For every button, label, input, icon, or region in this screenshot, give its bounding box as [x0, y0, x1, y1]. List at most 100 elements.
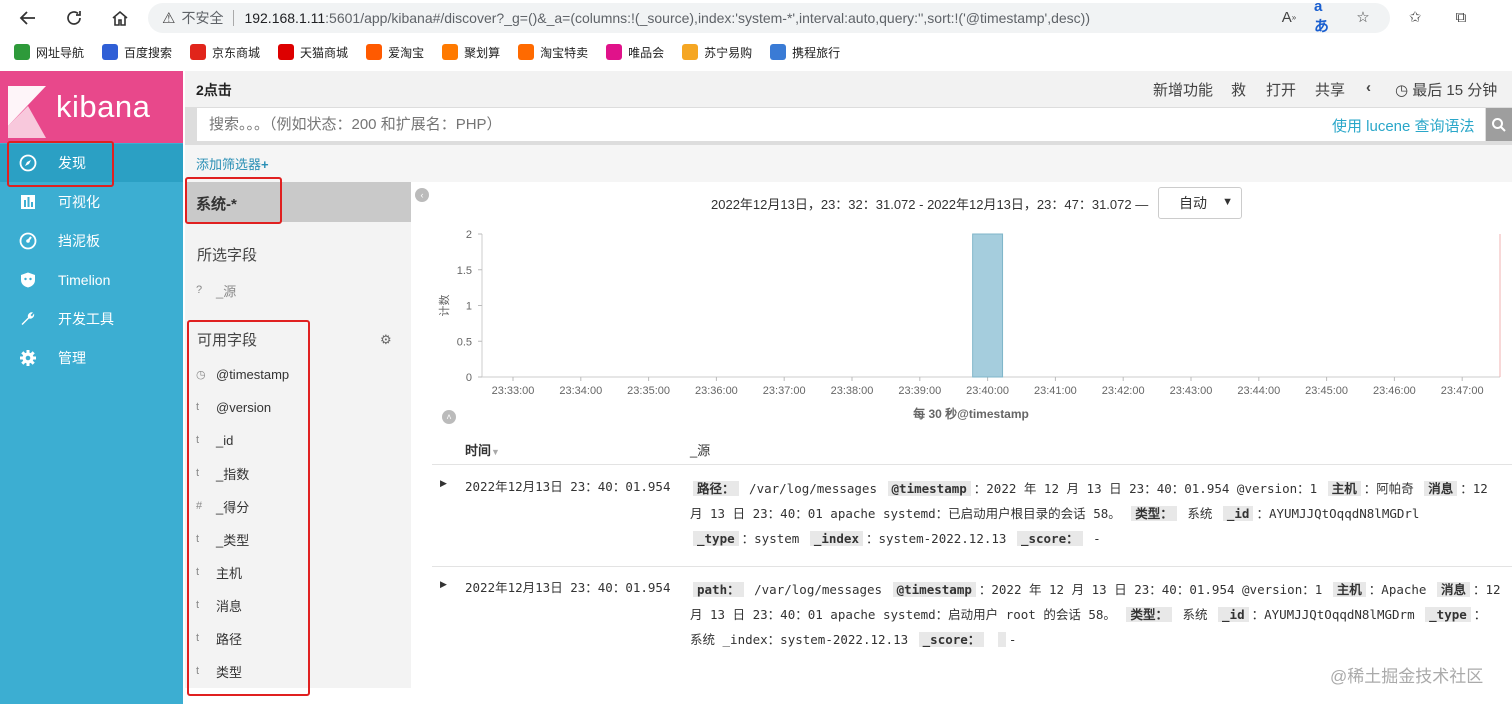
bookmark-item[interactable]: 携程旅行	[770, 44, 840, 61]
bookmark-favicon-icon	[682, 44, 699, 60]
source-field-value: 月 13 日 23：40：01 apache systemd：已启动用户根目录的…	[690, 506, 1129, 521]
sort-desc-icon: ▼	[491, 447, 500, 457]
new-button[interactable]: 新增功能	[1153, 79, 1213, 100]
kibana-logo[interactable]: kibana	[0, 71, 183, 143]
source-field-key: @timestamp	[892, 582, 976, 597]
nav-item-management[interactable]: 管理	[0, 339, 183, 377]
bookmark-item[interactable]: 天猫商城	[278, 44, 348, 61]
nav-item-dashboard[interactable]: 挡泥板	[0, 222, 183, 260]
nav-label: 挡泥板	[58, 233, 100, 249]
bookmark-label: 爱淘宝	[388, 45, 425, 60]
histogram-chart: 0 0.5 1 1.5 2 23:33:00 23:34:00 23:35:00 23:36:0…	[438, 229, 1501, 421]
url-host: 192.168.1.11	[244, 10, 326, 26]
source-field-key: 消息	[1424, 481, 1458, 496]
collapse-sidebar-icon[interactable]: ‹	[415, 188, 429, 202]
collections-icon[interactable]: ⧉	[1450, 6, 1472, 28]
gear-icon	[18, 348, 38, 368]
search-input[interactable]	[197, 108, 1485, 141]
bookmark-label: 京东商城	[212, 45, 261, 60]
browser-toolbar: ⚠ 不安全 192.168.1.11:5601/app/kibana#/disc…	[0, 0, 1512, 36]
source-field-key: 类型：	[1131, 506, 1177, 521]
bookmark-favicon-icon	[366, 44, 383, 60]
nav-item-visualize[interactable]: 可视化	[0, 183, 183, 221]
histogram-bar	[972, 233, 1004, 378]
kibana-wordmark: kibana	[56, 89, 151, 124]
source-field-value: ：Apache	[1368, 582, 1434, 597]
bookmark-favicon-icon	[190, 44, 207, 60]
url-path: :5601/app/kibana#/discover?_g=()&_a=(col…	[325, 10, 1090, 26]
read-aloud-icon[interactable]: A»	[1278, 6, 1300, 28]
source-line: path： /var/log/messages @timestamp ：2022 …	[690, 579, 1501, 598]
bookmark-item[interactable]: 淘宝特卖	[518, 44, 588, 61]
bookmark-item[interactable]: 苏宁易购	[682, 44, 752, 61]
favorite-star-icon[interactable]: ☆	[1352, 6, 1374, 28]
bookmark-label: 淘宝特卖	[540, 45, 589, 60]
selected-field-item[interactable]: ? _源	[196, 280, 236, 300]
x-tick-label: 23:37:00	[763, 385, 806, 397]
x-tick-label: 23:44:00	[1237, 385, 1280, 397]
nav-label: 开发工具	[58, 311, 114, 327]
bookmark-item[interactable]: 唯品会	[606, 44, 664, 61]
table-divider	[432, 464, 1512, 465]
y-axis-label: 计数	[438, 295, 451, 317]
side-navigation: 发现 可视化 挡泥板 Timelion 开发工具 管理	[0, 143, 183, 704]
bookmark-item[interactable]: 网址导航	[14, 44, 84, 61]
nav-item-devtools[interactable]: 开发工具	[0, 300, 183, 338]
interval-value: 自动	[1179, 195, 1207, 211]
highlight-box-index	[185, 177, 282, 224]
bookmark-item[interactable]: 京东商城	[190, 44, 260, 61]
source-field-value: /var/log/messages	[746, 582, 890, 597]
field-name: _源	[216, 283, 237, 299]
time-picker-label: 最后 15 分钟	[1412, 82, 1498, 99]
bookmark-label: 网址导航	[36, 45, 85, 60]
lucene-syntax-link[interactable]: 使用 lucene 查询语法	[1332, 115, 1475, 136]
nav-item-timelion[interactable]: Timelion	[0, 261, 183, 299]
expand-row-icon[interactable]: ▶	[440, 579, 447, 590]
source-line: 月 13 日 23：40：01 apache systemd：已启动用户根目录的…	[690, 503, 1419, 522]
back-arrow-icon[interactable]	[16, 6, 40, 30]
source-field-value: 系统	[1174, 607, 1216, 622]
chevron-left-icon[interactable]: ‹	[1366, 79, 1371, 96]
translate-icon[interactable]: aあ	[1314, 0, 1336, 35]
source-field-key: _score：	[918, 632, 985, 647]
source-field-value: 月 13 日 23：40：01 apache systemd：启动用户 root…	[690, 607, 1124, 622]
bookmark-item[interactable]: 爱淘宝	[366, 44, 424, 61]
wrench-icon	[18, 309, 38, 329]
source-field-value: ：12	[1460, 481, 1488, 496]
home-icon[interactable]	[108, 6, 132, 30]
source-field-key: _id	[1222, 506, 1254, 521]
search-button[interactable]	[1486, 108, 1512, 141]
source-field-key: _type	[693, 531, 739, 546]
source-field-value: ：system-2022.12.13	[865, 531, 1014, 546]
favorites-icon[interactable]: ✩	[1404, 6, 1426, 28]
interval-select[interactable]: 自动 ▼	[1158, 187, 1242, 219]
column-header-time[interactable]: 时间▼	[465, 440, 500, 459]
source-field-key: 消息	[1436, 582, 1470, 597]
source-line: 月 13 日 23：40：01 apache systemd：启动用户 root…	[690, 604, 1486, 623]
bookmark-item[interactable]: 百度搜索	[102, 44, 172, 61]
source-field-value: /var/log/messages	[741, 481, 885, 496]
bookmark-label: 百度搜索	[124, 45, 173, 60]
chevron-down-icon: ▼	[1222, 196, 1233, 208]
open-button[interactable]: 打开	[1266, 79, 1296, 100]
refresh-icon[interactable]	[62, 6, 86, 30]
add-filter-button[interactable]: 添加筛选器+	[196, 154, 269, 173]
x-tick-label: 23:38:00	[831, 385, 874, 397]
time-picker[interactable]: ◷ 最后 15 分钟	[1395, 79, 1497, 100]
source-field-key: @timestamp	[887, 481, 971, 496]
address-bar[interactable]: ⚠ 不安全 192.168.1.11:5601/app/kibana#/disc…	[148, 3, 1390, 33]
x-tick-label: 23:33:00	[492, 385, 535, 397]
source-field-value: -	[1085, 531, 1101, 546]
y-tick-label: 2	[466, 229, 472, 241]
time-range-label: 2022年12月13日，23：32：31.072 - 2022年12月13日，2…	[711, 197, 1149, 212]
x-tick-label: 23:34:00	[559, 385, 602, 397]
bookmark-item[interactable]: 聚划算	[442, 44, 500, 61]
source-field-value: ：2022 年 12 月 13 日 23：40：01.954 @version：…	[978, 582, 1330, 597]
share-button[interactable]: 共享	[1315, 79, 1345, 100]
field-settings-gear-icon[interactable]: ⚙	[380, 332, 392, 348]
save-button[interactable]: 救	[1231, 79, 1246, 100]
x-tick-label: 23:47:00	[1441, 385, 1484, 397]
source-field-value: ：2022 年 12 月 13 日 23：40：01.954 @version：…	[973, 481, 1325, 496]
expand-row-icon[interactable]: ▶	[440, 478, 447, 489]
search-icon	[1492, 117, 1506, 132]
